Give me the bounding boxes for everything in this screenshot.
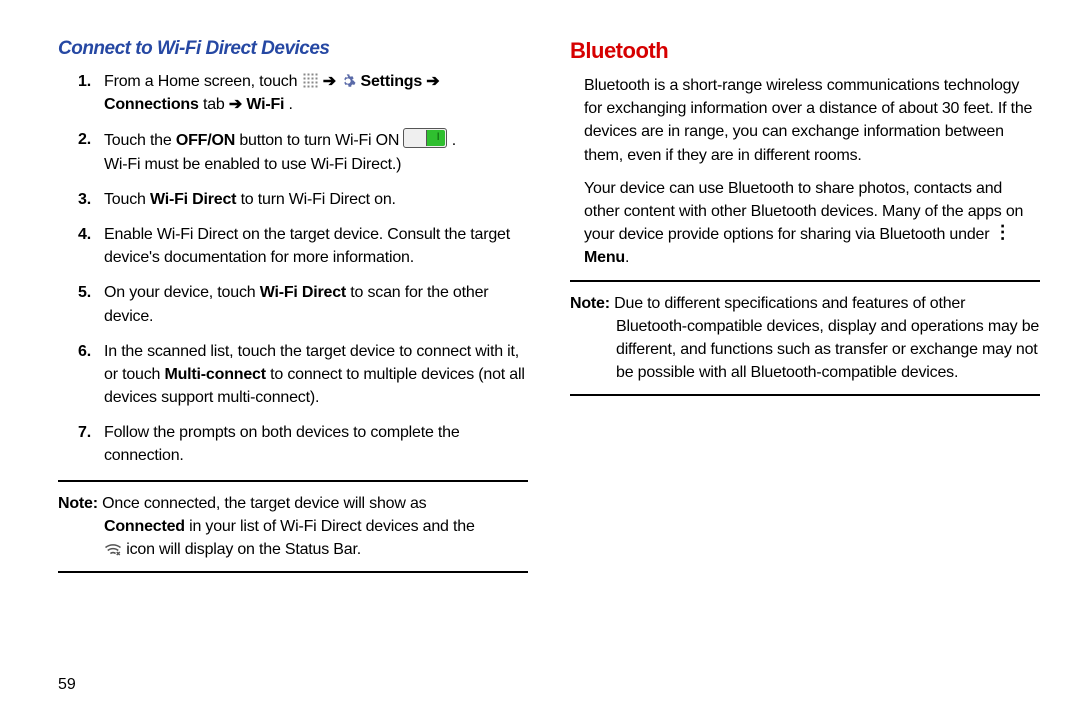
step-body: Touch Wi-Fi Direct to turn Wi-Fi Direct … [104, 188, 528, 211]
step-number: 7. [78, 421, 104, 467]
note-label: Note: [570, 295, 610, 312]
step-number: 5. [78, 281, 104, 327]
note-label: Note: [58, 495, 98, 512]
bluetooth-sharing: Your device can use Bluetooth to share p… [570, 177, 1040, 270]
step-body: From a Home screen, touch ➔ Settings ➔ C… [104, 70, 528, 116]
wifi-note: Note: Once connected, the target device … [58, 488, 528, 566]
step-body: In the scanned list, touch the target de… [104, 340, 528, 410]
step-body: Follow the prompts on both devices to co… [104, 421, 528, 467]
step-2: 2. Touch the OFF/ON button to turn Wi-Fi… [78, 128, 528, 175]
divider [58, 480, 528, 482]
step-4: 4. Enable Wi-Fi Direct on the target dev… [78, 223, 528, 269]
divider [570, 280, 1040, 282]
wifi-direct-heading: Connect to Wi-Fi Direct Devices [58, 38, 528, 60]
divider [58, 571, 528, 573]
step-number: 6. [78, 340, 104, 410]
step-5: 5. On your device, touch Wi-Fi Direct to… [78, 281, 528, 327]
arrow-icon: ➔ [426, 73, 439, 90]
menu-overflow-icon [994, 226, 1004, 242]
left-column: Connect to Wi-Fi Direct Devices 1. From … [58, 38, 528, 720]
manual-page: Connect to Wi-Fi Direct Devices 1. From … [0, 0, 1080, 720]
step-7: 7. Follow the prompts on both devices to… [78, 421, 528, 467]
arrow-icon: ➔ [323, 73, 336, 90]
arrow-icon: ➔ [229, 96, 242, 113]
step-body: Touch the OFF/ON button to turn Wi-Fi ON… [104, 128, 528, 175]
step-number: 4. [78, 223, 104, 269]
step-body: On your device, touch Wi-Fi Direct to sc… [104, 281, 528, 327]
page-number: 59 [58, 676, 76, 694]
step-body: Enable Wi-Fi Direct on the target device… [104, 223, 528, 269]
step-number: 2. [78, 128, 104, 175]
step-1: 1. From a Home screen, touch ➔ Settings … [78, 70, 528, 116]
toggle-on-icon [403, 128, 447, 148]
bluetooth-intro: Bluetooth is a short-range wireless comm… [570, 74, 1040, 167]
step-number: 3. [78, 188, 104, 211]
wifi-direct-status-icon [104, 541, 122, 557]
step-6: 6. In the scanned list, touch the target… [78, 340, 528, 410]
divider [570, 394, 1040, 396]
right-column: Bluetooth Bluetooth is a short-range wir… [570, 38, 1040, 720]
apps-icon [302, 72, 319, 89]
bluetooth-note: Note: Due to different specifications an… [570, 288, 1040, 389]
step-3: 3. Touch Wi-Fi Direct to turn Wi-Fi Dire… [78, 188, 528, 211]
bluetooth-heading: Bluetooth [570, 38, 1040, 64]
step-number: 1. [78, 70, 104, 116]
wifi-direct-steps: 1. From a Home screen, touch ➔ Settings … [58, 70, 528, 468]
gear-icon [340, 73, 356, 89]
